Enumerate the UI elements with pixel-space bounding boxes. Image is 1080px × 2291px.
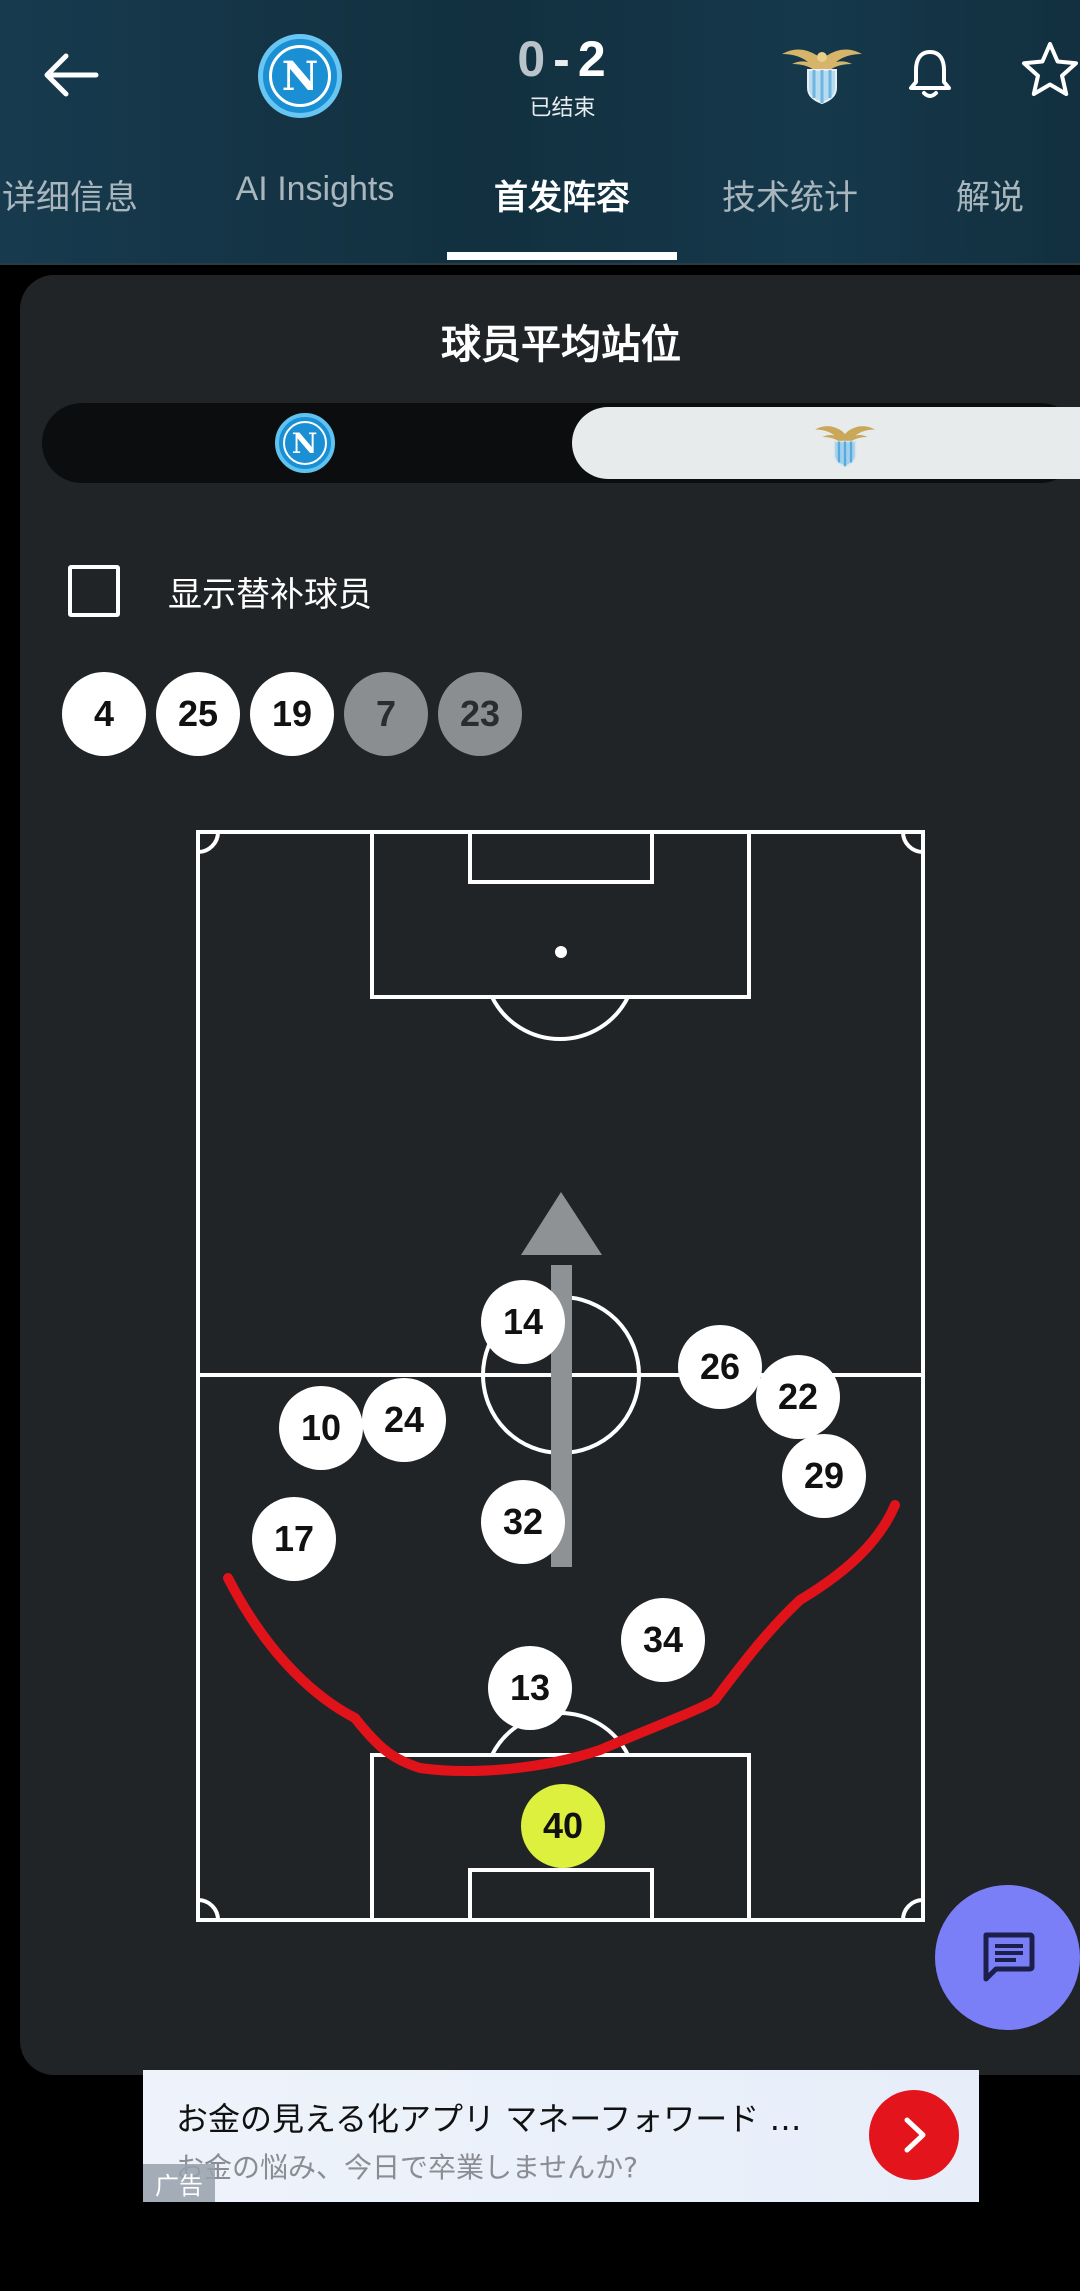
score-separator: - (553, 31, 572, 87)
ad-banner[interactable]: お金の見える化アプリ マネーフォワード … お金の悩み、今日で卒業しませんか? … (143, 2070, 979, 2202)
absent-player-chip[interactable]: 23 (438, 672, 522, 756)
player-marker[interactable]: 22 (756, 1355, 840, 1439)
player-marker[interactable]: 32 (481, 1480, 565, 1564)
active-tab-indicator (447, 252, 677, 260)
ad-subtitle: お金の悩み、今日で卒業しませんか? (176, 2151, 639, 2184)
away-score: 2 (577, 31, 608, 87)
player-marker[interactable]: 17 (252, 1497, 336, 1581)
tab-bar: 详细信息 AI Insights 首发阵容 技术统计 解说 (0, 170, 1080, 265)
ad-title: お金の見える化アプリ マネーフォワード … (176, 2100, 802, 2138)
absent-player-chip[interactable]: 7 (344, 672, 428, 756)
toggle-away-team[interactable] (572, 407, 1080, 479)
toggle-home-team[interactable]: N (42, 403, 567, 483)
absent-player-chip[interactable]: 19 (250, 672, 334, 756)
notifications-button[interactable] (900, 42, 960, 106)
player-marker[interactable]: 26 (678, 1325, 762, 1409)
player-marker[interactable]: 24 (362, 1378, 446, 1462)
chat-icon (983, 1932, 1034, 1981)
home-score: 0 (517, 31, 548, 87)
match-status: 已结束 (529, 96, 596, 121)
bell-icon (909, 50, 951, 98)
player-marker[interactable]: 29 (782, 1434, 866, 1518)
ad-label: 广告 (143, 2164, 215, 2202)
team-toggle: N (42, 403, 1080, 483)
player-marker[interactable]: 10 (279, 1386, 363, 1470)
goalkeeper-marker[interactable]: 40 (521, 1784, 605, 1868)
show-substitutes-label: 显示替补球员 (168, 575, 372, 615)
back-button[interactable] (30, 40, 110, 110)
tab-ai-insights[interactable]: AI Insights (215, 170, 415, 230)
player-marker[interactable]: 34 (621, 1598, 705, 1682)
match-header: N 0-2 已结束 详细信息 AI Insights 首发阵容 技术统计 解说 (0, 0, 1080, 265)
tab-lineups[interactable]: 首发阵容 (447, 170, 677, 230)
tab-details[interactable]: 详细信息 (0, 170, 145, 230)
show-substitutes-checkbox[interactable] (68, 565, 120, 617)
arrow-left-icon (44, 53, 99, 97)
ad-cta-button[interactable] (869, 2090, 959, 2180)
match-score: 0-2 (490, 30, 635, 88)
away-team-logo-small (814, 426, 875, 467)
chevron-right-icon (904, 2117, 926, 2153)
tab-commentary[interactable]: 解说 (935, 170, 1045, 230)
star-icon (1022, 42, 1078, 96)
home-team-logo-letter: N (269, 45, 331, 107)
absent-player-chip[interactable]: 4 (62, 672, 146, 756)
player-marker[interactable]: 13 (488, 1646, 572, 1730)
card-title: 球员平均站位 (441, 322, 681, 368)
favorite-button[interactable] (1020, 40, 1080, 110)
absent-player-chip[interactable]: 25 (156, 672, 240, 756)
chat-button[interactable] (935, 1885, 1080, 2030)
home-team-logo[interactable]: N (258, 34, 342, 118)
absent-players-row: 4 25 19 7 23 (62, 672, 542, 756)
tab-stats[interactable]: 技术统计 (705, 170, 875, 230)
player-marker[interactable]: 14 (481, 1280, 565, 1364)
header-divider (0, 263, 1080, 265)
home-team-logo-small-letter: N (282, 421, 327, 465)
away-team-logo[interactable] (780, 40, 864, 104)
home-team-logo-small: N (274, 413, 335, 473)
